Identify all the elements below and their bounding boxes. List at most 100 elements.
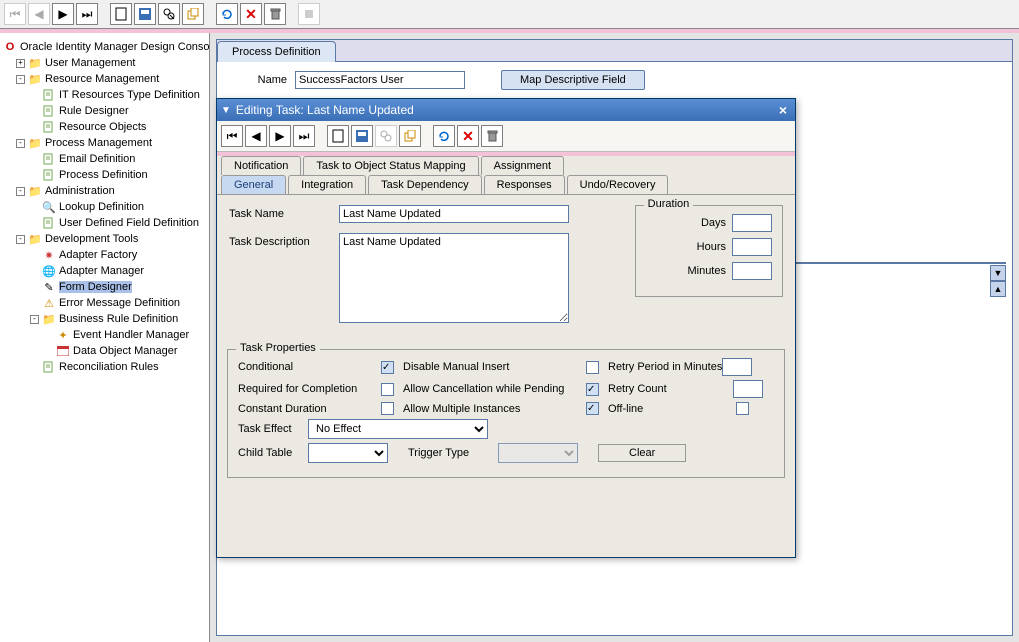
scroll-up-button[interactable]: ▲ [990, 281, 1006, 297]
tree-item[interactable]: +📁User Management [2, 55, 207, 71]
tree-item-label: Resource Objects [59, 121, 146, 133]
tree-item[interactable]: -📁Business Rule Definition [2, 311, 207, 327]
dialog-tab[interactable]: Integration [288, 175, 366, 194]
tree-item[interactable]: IT Resources Type Definition [2, 87, 207, 103]
required-checkbox[interactable] [381, 383, 394, 396]
disable-manual-label: Disable Manual Insert [403, 361, 509, 373]
days-field[interactable] [732, 214, 772, 232]
retry-period-field[interactable] [722, 358, 752, 376]
close-icon[interactable]: × [775, 102, 791, 118]
dlg-last-button[interactable]: ⏭ [293, 125, 315, 147]
tree-item[interactable]: User Defined Field Definition [2, 215, 207, 231]
dialog-tab[interactable]: Notification [221, 156, 301, 175]
name-label: Name [227, 74, 287, 86]
scroll-down-button[interactable]: ▼ [990, 265, 1006, 281]
stop-button[interactable] [298, 3, 320, 25]
dlg-new-button[interactable] [327, 125, 349, 147]
document-icon [41, 360, 57, 374]
dlg-delete-button[interactable]: ✕ [457, 125, 479, 147]
tree-item[interactable]: Process Definition [2, 167, 207, 183]
oracle-icon: O [2, 40, 18, 54]
tree-item[interactable]: -📁Process Management [2, 135, 207, 151]
trash-button[interactable] [264, 3, 286, 25]
tree-item-label: IT Resources Type Definition [59, 89, 200, 101]
tree-item[interactable]: -📁Resource Management [2, 71, 207, 87]
dlg-first-button[interactable]: ⏮ [221, 125, 243, 147]
next-record-button[interactable]: ▶ [52, 3, 74, 25]
expand-toggle[interactable]: - [30, 315, 39, 324]
tree-item[interactable]: ⚠Error Message Definition [2, 295, 207, 311]
dialog-tab[interactable]: General [221, 175, 286, 194]
dlg-next-button[interactable]: ▶ [269, 125, 291, 147]
dialog-tab[interactable]: Task Dependency [368, 175, 481, 194]
tab-process-definition[interactable]: Process Definition [217, 41, 336, 62]
last-record-button[interactable]: ⏭ [76, 3, 98, 25]
collapse-icon[interactable]: ▼ [221, 105, 231, 116]
minutes-field[interactable] [732, 262, 772, 280]
dlg-find-button[interactable] [375, 125, 397, 147]
dlg-refresh-button[interactable] [433, 125, 455, 147]
tree-item[interactable]: Email Definition [2, 151, 207, 167]
tree-item[interactable]: ✷Adapter Factory [2, 247, 207, 263]
duration-fieldset: Days Hours Minutes [635, 205, 783, 297]
prev-record-button[interactable]: ◀ [28, 3, 50, 25]
tree-item[interactable]: Resource Objects [2, 119, 207, 135]
tree-root[interactable]: O Oracle Identity Manager Design Console [2, 39, 207, 55]
delete-button[interactable]: ✕ [240, 3, 262, 25]
first-record-button[interactable]: ⏮ [4, 3, 26, 25]
tree-item[interactable]: ✎Form Designer [2, 279, 207, 295]
document-icon [41, 120, 57, 134]
retry-count-field[interactable] [733, 380, 763, 398]
copy-button[interactable] [182, 3, 204, 25]
tree-item-label: Adapter Factory [59, 249, 137, 261]
dlg-trash-button[interactable] [481, 125, 503, 147]
tree-item[interactable]: -📁Administration [2, 183, 207, 199]
hours-field[interactable] [732, 238, 772, 256]
tree-item[interactable]: Reconciliation Rules [2, 359, 207, 375]
conditional-checkbox[interactable] [381, 361, 394, 374]
expand-toggle[interactable]: + [16, 59, 25, 68]
tree-item[interactable]: 🌐Adapter Manager [2, 263, 207, 279]
constant-checkbox[interactable] [381, 402, 394, 415]
dlg-save-button[interactable] [351, 125, 373, 147]
hours-label: Hours [676, 241, 726, 253]
tree-item[interactable]: Rule Designer [2, 103, 207, 119]
dialog-tabs: NotificationTask to Object Status Mappin… [217, 156, 795, 195]
task-effect-label: Task Effect [238, 423, 292, 435]
trigger-type-select[interactable] [498, 443, 578, 463]
dialog-tab[interactable]: Task to Object Status Mapping [303, 156, 478, 175]
offline-checkbox[interactable] [736, 402, 749, 415]
dialog-tab[interactable]: Responses [484, 175, 565, 194]
tree-item[interactable]: Data Object Manager [2, 343, 207, 359]
expand-toggle[interactable]: - [16, 75, 25, 84]
save-button[interactable] [134, 3, 156, 25]
dlg-prev-button[interactable]: ◀ [245, 125, 267, 147]
expand-toggle[interactable]: - [16, 235, 25, 244]
disable-manual-checkbox[interactable] [586, 361, 599, 374]
dialog-tab[interactable]: Assignment [481, 156, 564, 175]
new-button[interactable] [110, 3, 132, 25]
dialog-tab[interactable]: Undo/Recovery [567, 175, 669, 194]
tree-item-label: Error Message Definition [59, 297, 180, 309]
map-descriptive-field-button[interactable]: Map Descriptive Field [501, 70, 645, 90]
tree-item[interactable]: ✦Event Handler Manager [2, 327, 207, 343]
expand-toggle[interactable]: - [16, 187, 25, 196]
clear-button[interactable]: Clear [598, 444, 686, 462]
name-field[interactable] [295, 71, 465, 89]
allow-multi-checkbox[interactable] [586, 402, 599, 415]
tree-item[interactable]: 🔍Lookup Definition [2, 199, 207, 215]
allow-cancel-checkbox[interactable] [586, 383, 599, 396]
tree-item-label: Process Definition [59, 169, 148, 181]
expand-toggle[interactable]: - [16, 139, 25, 148]
tree-item[interactable]: -📁Development Tools [2, 231, 207, 247]
refresh-button[interactable] [216, 3, 238, 25]
dlg-copy-button[interactable] [399, 125, 421, 147]
task-description-field[interactable]: Last Name Updated [339, 233, 569, 323]
task-effect-select[interactable]: No Effect [308, 419, 488, 439]
dialog-titlebar[interactable]: ▼Editing Task: Last Name Updated × [217, 99, 795, 121]
child-table-select[interactable] [308, 443, 388, 463]
tree-item-label: Business Rule Definition [59, 313, 178, 325]
find-button[interactable] [158, 3, 180, 25]
task-name-field[interactable] [339, 205, 569, 223]
tree-item-label: Process Management [45, 137, 152, 149]
